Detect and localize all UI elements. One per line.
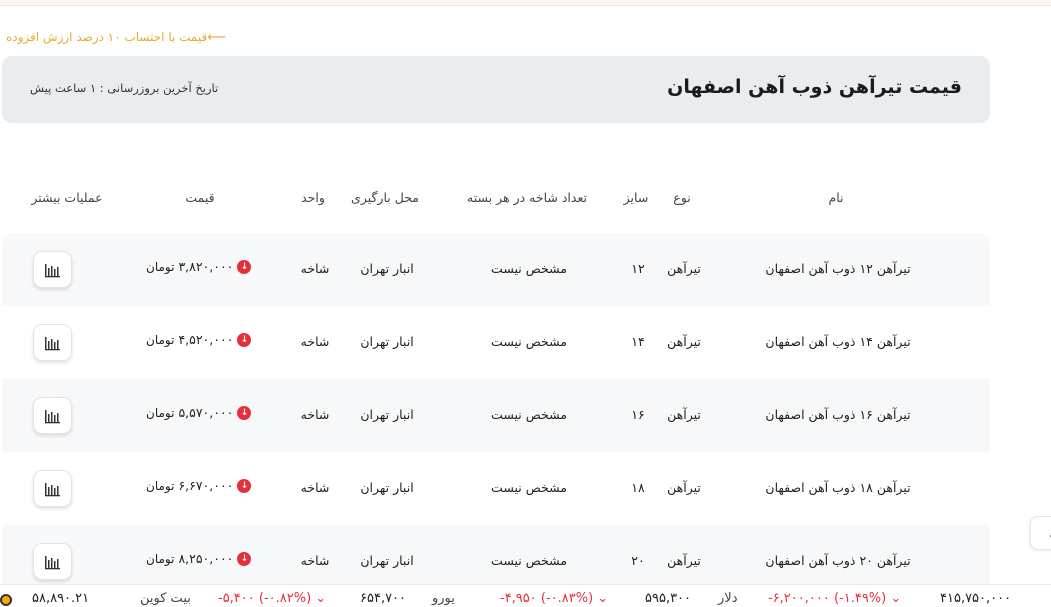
column-header-type: نوع xyxy=(673,190,691,205)
ticker-value: ۶۵۴,۷۰۰ xyxy=(360,591,407,606)
page-title: قیمت تیرآهن ذوب آهن اصفهان xyxy=(667,76,962,98)
bitcoin-icon xyxy=(0,594,12,606)
price-currency: تومان xyxy=(146,551,175,566)
vat-price-label: قیمت با احتساب ۱۰ درصد ارزش افزوده xyxy=(6,30,208,44)
price-value: ۴,۵۲۰,۰۰۰ xyxy=(178,332,234,347)
row-type: تیرآهن xyxy=(667,480,701,495)
row-price: ↓ ۴,۵۲۰,۰۰۰ تومان xyxy=(146,332,252,347)
row-location: انبار تهران xyxy=(360,480,414,495)
price-chart-button[interactable] xyxy=(33,397,72,434)
price-chart-button[interactable] xyxy=(33,470,72,507)
row-name[interactable]: تیرآهن ۱۲ ذوب آهن اصفهان xyxy=(765,261,910,276)
bar-chart-icon xyxy=(44,482,60,496)
row-price: ↓ ۸,۲۵۰,۰۰۰ تومان xyxy=(146,551,252,566)
last-update-text: تاریخ آخرین بروزرسانی : ۱ ساعت پیش xyxy=(30,81,219,95)
price-currency: تومان xyxy=(146,332,175,347)
ticker-name: یورو xyxy=(432,591,455,606)
ticker-value: ۵۸,۸۹۰.۲۱ xyxy=(32,591,90,606)
ticker-value: ۵۹۵,۳۰۰ xyxy=(645,591,692,606)
price-value: ۵,۵۷۰,۰۰۰ xyxy=(178,405,234,420)
row-unit: شاخه xyxy=(300,407,330,422)
row-count: مشخص نیست xyxy=(491,407,567,422)
ticker-name: بیت کوین xyxy=(140,591,191,606)
row-price: ↓ ۵,۵۷۰,۰۰۰ تومان xyxy=(146,405,252,420)
vat-price-link[interactable]: ⟵قیمت با احتساب ۱۰ درصد ارزش افزوده xyxy=(6,30,228,45)
row-unit: شاخه xyxy=(300,334,330,349)
column-header-count: تعداد شاخه در هر بسته xyxy=(467,190,587,205)
bar-chart-icon xyxy=(44,263,60,277)
page-header-card: قیمت تیرآهن ذوب آهن اصفهان تاریخ آخرین ب… xyxy=(2,56,990,123)
column-header-price: قیمت xyxy=(185,190,215,205)
arrow-left-icon: ⟵ xyxy=(207,30,226,45)
row-unit: شاخه xyxy=(300,553,330,568)
row-size: ۱۲ xyxy=(631,261,645,276)
price-down-icon: ↓ xyxy=(237,259,252,274)
currency-ticker: ۴۱۵,۷۵۰,۰۰۰ -۶,۲۰۰,۰۰۰ (-۱.۴۹%) ⌄ دلار ۵… xyxy=(0,584,1051,607)
row-size: ۱۶ xyxy=(631,407,645,422)
row-type: تیرآهن xyxy=(667,553,701,568)
top-strip xyxy=(0,0,1051,6)
row-location: انبار تهران xyxy=(360,261,414,276)
ticker-change: -۴,۹۵۰ (-۰.۸۳%) ⌄ xyxy=(500,591,609,606)
row-type: تیرآهن xyxy=(667,261,701,276)
row-size: ۲۰ xyxy=(631,553,645,568)
table-row: تیرآهن ۱۸ ذوب آهن اصفهان تیرآهن ۱۸ مشخص … xyxy=(2,452,990,525)
column-header-location: محل بارگیری xyxy=(351,190,419,205)
price-value: ۳,۸۲۰,۰۰۰ xyxy=(178,259,234,274)
row-price: ↓ ۳,۸۲۰,۰۰۰ تومان xyxy=(146,259,252,274)
price-currency: تومان xyxy=(146,405,175,420)
row-count: مشخص نیست xyxy=(491,261,567,276)
column-header-unit: واحد xyxy=(301,190,325,205)
row-name[interactable]: تیرآهن ۱۶ ذوب آهن اصفهان xyxy=(765,407,910,422)
row-count: مشخص نیست xyxy=(491,553,567,568)
table-row: تیرآهن ۱۲ ذوب آهن اصفهان تیرآهن ۱۲ مشخص … xyxy=(2,233,990,306)
row-unit: شاخه xyxy=(300,261,330,276)
price-chart-button[interactable] xyxy=(33,543,72,580)
price-chart-button[interactable] xyxy=(33,251,72,288)
row-price: ↓ ۶,۶۷۰,۰۰۰ تومان xyxy=(146,478,252,493)
price-down-icon: ↓ xyxy=(237,478,252,493)
column-header-more: عملیات بیشتر xyxy=(31,190,103,205)
row-type: تیرآهن xyxy=(667,334,701,349)
table-header: نام نوع سایز تعداد شاخه در هر بسته محل ب… xyxy=(0,190,990,214)
price-chart-button[interactable] xyxy=(33,324,72,361)
row-location: انبار تهران xyxy=(360,407,414,422)
column-header-name: نام xyxy=(828,190,844,205)
row-size: ۱۴ xyxy=(631,334,645,349)
row-unit: شاخه xyxy=(300,480,330,495)
ticker-value: ۴۱۵,۷۵۰,۰۰۰ xyxy=(940,591,1012,606)
column-header-size: سایز xyxy=(623,190,649,205)
table-row: تیرآهن ۱۴ ذوب آهن اصفهان تیرآهن ۱۴ مشخص … xyxy=(2,306,990,379)
ticker-change: -۶,۲۰۰,۰۰۰ (-۱.۴۹%) ⌄ xyxy=(768,591,902,606)
bar-chart-icon xyxy=(44,409,60,423)
price-down-icon: ↓ xyxy=(237,405,252,420)
price-down-icon: ↓ xyxy=(237,551,252,566)
row-type: تیرآهن xyxy=(667,407,701,422)
side-tab-button[interactable]: ی xyxy=(1030,516,1051,550)
row-name[interactable]: تیرآهن ۱۸ ذوب آهن اصفهان xyxy=(765,480,910,495)
price-currency: تومان xyxy=(146,478,175,493)
price-value: ۸,۲۵۰,۰۰۰ xyxy=(178,551,234,566)
ticker-name: دلار xyxy=(718,591,738,606)
table-row: تیرآهن ۱۶ ذوب آهن اصفهان تیرآهن ۱۶ مشخص … xyxy=(2,379,990,452)
price-down-icon: ↓ xyxy=(237,332,252,347)
bar-chart-icon xyxy=(44,336,60,350)
bar-chart-icon xyxy=(44,555,60,569)
row-location: انبار تهران xyxy=(360,334,414,349)
row-size: ۱۸ xyxy=(631,480,645,495)
price-value: ۶,۶۷۰,۰۰۰ xyxy=(178,478,234,493)
row-location: انبار تهران xyxy=(360,553,414,568)
price-table-body: تیرآهن ۱۲ ذوب آهن اصفهان تیرآهن ۱۲ مشخص … xyxy=(2,233,990,598)
row-count: مشخص نیست xyxy=(491,480,567,495)
row-name[interactable]: تیرآهن ۱۴ ذوب آهن اصفهان xyxy=(765,334,910,349)
price-currency: تومان xyxy=(146,259,175,274)
row-name[interactable]: تیرآهن ۲۰ ذوب آهن اصفهان xyxy=(765,553,910,568)
row-count: مشخص نیست xyxy=(491,334,567,349)
ticker-change: -۵,۴۰۰ (-۰.۸۲%) ⌄ xyxy=(218,591,327,606)
